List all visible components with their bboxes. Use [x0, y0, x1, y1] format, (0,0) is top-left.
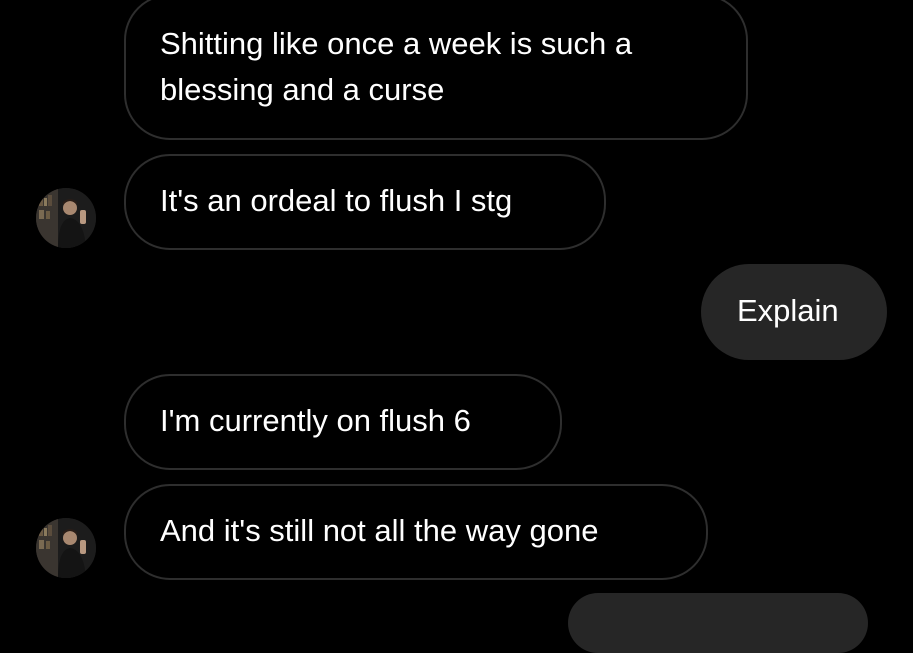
message-text-line: Shitting like once a week is such a	[160, 26, 633, 61]
outgoing-message-bubble-partial[interactable]	[568, 593, 868, 653]
message-text: Explain	[737, 293, 839, 328]
avatar-photo-icon	[36, 518, 96, 578]
message-text-line: blessing and a curse	[160, 72, 445, 107]
sender-avatar[interactable]	[36, 518, 96, 578]
incoming-message-bubble[interactable]: And it's still not all the way gone	[124, 484, 708, 580]
sender-avatar[interactable]	[36, 188, 96, 248]
incoming-message-bubble[interactable]: Shitting like once a week is such a bles…	[124, 0, 748, 140]
message-text: And it's still not all the way gone	[160, 513, 599, 548]
incoming-message-bubble[interactable]: I'm currently on flush 6	[124, 374, 562, 470]
message-text: I'm currently on flush 6	[160, 403, 471, 438]
message-text: It's an ordeal to flush I stg	[160, 183, 513, 218]
incoming-message-bubble[interactable]: It's an ordeal to flush I stg	[124, 154, 606, 250]
avatar-photo-icon	[36, 188, 96, 248]
outgoing-message-bubble[interactable]: Explain	[701, 264, 887, 360]
